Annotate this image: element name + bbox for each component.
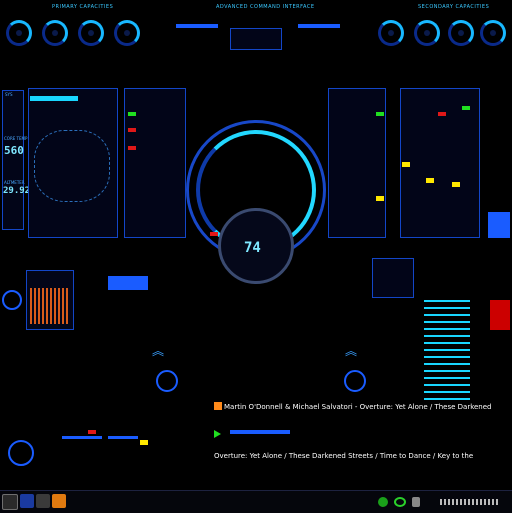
bottom-bar-1: [62, 436, 102, 439]
chevron-up-icon-left: ︽: [152, 344, 165, 358]
led-yellow-right: [376, 196, 384, 201]
center-left-knob: [156, 370, 178, 392]
small-gauge-left: [2, 290, 22, 310]
led-yellow-3: [452, 182, 460, 187]
gauge-7: [448, 20, 474, 46]
right-blue-button[interactable]: [488, 212, 510, 238]
led-red-1: [128, 128, 136, 132]
left-status-column: [2, 90, 24, 230]
battery-icon[interactable]: [412, 497, 420, 507]
right-red-indicator: [490, 300, 510, 330]
taskbar-app-icon-2[interactable]: [36, 494, 50, 508]
map-header-bar: [30, 96, 78, 101]
right-level-panel: [400, 88, 480, 238]
center-led-red: [210, 232, 218, 236]
left-bar-list: [124, 88, 186, 238]
gauge-2: [42, 20, 68, 46]
led-red-2: [128, 146, 136, 150]
led-green-2: [376, 112, 384, 116]
core-temp-label: CORE TEMP: [4, 136, 28, 141]
start-menu-icon[interactable]: [2, 494, 18, 510]
center-right-knob: [344, 370, 366, 392]
blue-button-left[interactable]: [108, 276, 148, 290]
top-bar-left: [176, 24, 218, 28]
core-temp-value: 560: [4, 144, 24, 157]
led-red-3: [438, 112, 446, 116]
top-bar-right: [298, 24, 340, 28]
wifi-icon[interactable]: [394, 497, 406, 507]
now-playing-artist-track: Martin O'Donnell & Michael Salvatori - O…: [224, 403, 494, 411]
sys-label: SYS: [5, 92, 13, 97]
taskbar-app-icon-1[interactable]: [20, 494, 34, 508]
altmeter-label: ALTMETER: [4, 180, 25, 185]
top-center-readout: [230, 28, 282, 50]
play-icon[interactable]: [214, 430, 221, 438]
secondary-capacities-title: SECONDARY CAPACITIES: [418, 4, 490, 10]
gauge-5: [378, 20, 404, 46]
led-green-1: [128, 112, 136, 116]
led-yellow-2: [426, 178, 434, 183]
right-equalizer-panel: [372, 258, 414, 298]
now-playing-ticker: Overture: Yet Alone / These Darkened Str…: [214, 452, 474, 460]
primary-capacities-title: PRIMARY CAPACITIES: [52, 4, 114, 10]
command-interface-title: ADVANCED COMMAND INTERFACE: [216, 4, 315, 10]
shield-icon[interactable]: [378, 497, 388, 507]
gauge-1: [6, 20, 32, 46]
gauge-8: [480, 20, 506, 46]
map-display: [34, 130, 110, 202]
bottom-bar-2: [108, 436, 138, 439]
media-album-icon: [214, 402, 222, 410]
right-bar-list: [328, 88, 386, 238]
bottom-led-red: [88, 430, 96, 434]
spectrum-bars: [30, 288, 70, 324]
chevron-up-icon-right: ︽: [345, 344, 358, 358]
right-level-meter: [424, 300, 470, 400]
center-display-value: 74: [244, 240, 261, 256]
bottom-left-gauge: [8, 440, 34, 466]
media-progress[interactable]: [230, 430, 290, 434]
led-yellow-1: [402, 162, 410, 167]
gauge-4: [114, 20, 140, 46]
taskbar-app-icon-3[interactable]: [52, 494, 66, 508]
altmeter-value: 29.92: [3, 186, 31, 196]
bottom-led-yellow: [140, 440, 148, 445]
taskbar: [0, 490, 512, 513]
led-green-3: [462, 106, 470, 110]
gauge-6: [414, 20, 440, 46]
system-tray-clock[interactable]: [440, 499, 500, 505]
gauge-3: [78, 20, 104, 46]
